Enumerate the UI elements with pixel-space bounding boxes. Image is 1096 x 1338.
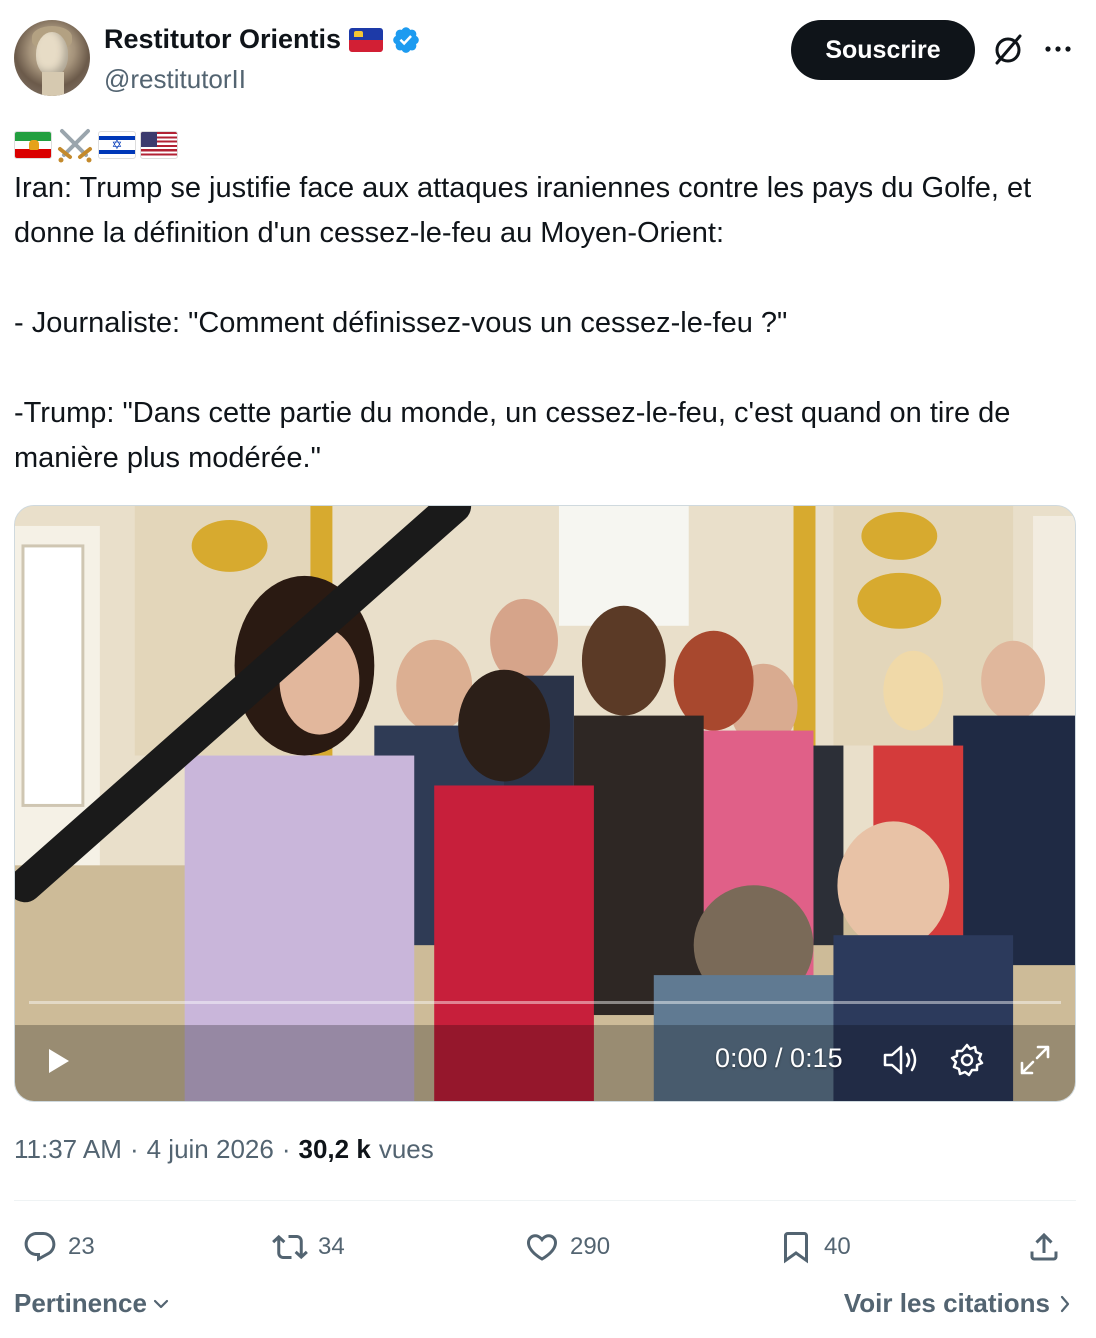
chevron-right-icon xyxy=(1060,1295,1070,1312)
fullscreen-icon[interactable] xyxy=(1018,1043,1052,1077)
share-icon xyxy=(1030,1232,1058,1261)
settings-icon[interactable] xyxy=(949,1042,985,1078)
tweet-header: Restitutor Orientis @restitutorII Souscr… xyxy=(14,20,1082,100)
bookmark-count: 40 xyxy=(824,1233,851,1260)
bookmark-button[interactable]: 40 xyxy=(778,1222,851,1272)
tweet-text: Iran: Trump se justifie face aux attaque… xyxy=(14,166,1074,481)
sort-label: Pertinence xyxy=(14,1288,147,1318)
crossed-swords-icon xyxy=(58,129,92,163)
quotes-label: Voir les citations xyxy=(843,1288,1050,1318)
author-name-row: Restitutor Orientis xyxy=(104,24,421,55)
repost-count: 34 xyxy=(318,1233,345,1260)
reply-count: 23 xyxy=(68,1233,95,1260)
divider xyxy=(14,1200,1076,1201)
iran-flag-icon xyxy=(14,131,52,159)
like-count: 290 xyxy=(570,1233,611,1260)
author-name[interactable]: Restitutor Orientis xyxy=(104,24,341,55)
views-count: 30,2 k xyxy=(298,1134,371,1164)
chevron-down-icon xyxy=(153,1299,169,1308)
tweet-paragraph: Iran: Trump se justifie face aux attaque… xyxy=(14,172,1040,249)
video-timecode: 0:00 / 0:15 xyxy=(715,1043,843,1073)
play-icon[interactable] xyxy=(43,1046,73,1076)
tweet-meta: 11:37 AM · 4 juin 2026 · 30,2 k vues xyxy=(14,1134,434,1165)
like-button[interactable]: 290 xyxy=(524,1222,610,1272)
author-avatar[interactable] xyxy=(14,20,90,96)
reply-button[interactable]: 23 xyxy=(22,1222,95,1272)
meta-separator: · xyxy=(129,1134,139,1164)
tweet-paragraph: - Journaliste: "Comment définissez-vous … xyxy=(14,307,788,339)
grok-icon[interactable] xyxy=(990,32,1026,68)
emoji-prefix: ✡ xyxy=(14,127,178,163)
volume-icon[interactable] xyxy=(881,1043,919,1077)
author-handle[interactable]: @restitutorII xyxy=(104,64,246,95)
bookmark-icon xyxy=(784,1232,808,1264)
tweet-paragraph: -Trump: "Dans cette partie du monde, un … xyxy=(14,397,1019,474)
reply-icon xyxy=(24,1232,56,1262)
sort-dropdown[interactable]: Pertinence xyxy=(14,1288,171,1319)
tweet-date[interactable]: 4 juin 2026 xyxy=(147,1134,274,1165)
view-quotes-link[interactable]: Voir les citations xyxy=(844,1288,1072,1319)
video-player[interactable]: 0:00 / 0:15 xyxy=(14,505,1076,1102)
meta-separator: · xyxy=(281,1134,291,1164)
share-button[interactable] xyxy=(1026,1222,1062,1272)
views-label: vues xyxy=(378,1134,434,1164)
heart-icon xyxy=(526,1234,558,1261)
tweet-actions: 23 34 290 40 xyxy=(14,1222,1076,1272)
israel-flag-icon: ✡ xyxy=(98,131,136,159)
liechtenstein-flag-icon xyxy=(349,27,384,52)
video-progress-bar[interactable] xyxy=(29,1001,1061,1004)
verified-badge-icon xyxy=(393,26,419,53)
tweet-time[interactable]: 11:37 AM xyxy=(14,1134,122,1165)
repost-button[interactable]: 34 xyxy=(272,1222,345,1272)
subscribe-button[interactable]: Souscrire xyxy=(791,20,975,80)
video-frame xyxy=(15,506,1075,1101)
repost-icon xyxy=(272,1234,308,1260)
usa-flag-icon xyxy=(140,131,178,159)
more-options-icon[interactable] xyxy=(1041,34,1075,64)
